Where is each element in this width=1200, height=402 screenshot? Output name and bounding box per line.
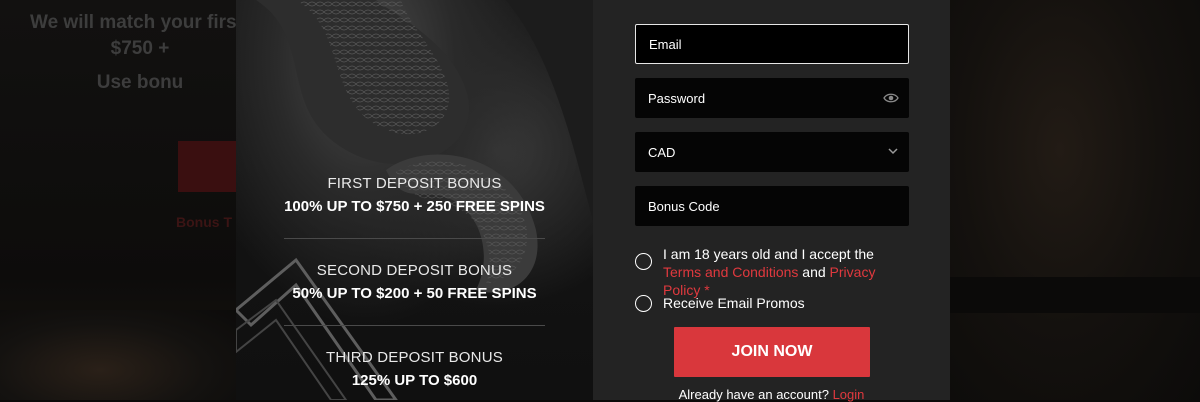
background-character-image-right	[950, 0, 1200, 400]
password-field[interactable]	[635, 78, 909, 118]
bonus-title: THIRD DEPOSIT BONUS	[326, 349, 503, 366]
first-deposit-bonus: FIRST DEPOSIT BONUS 100% UP TO $750 + 25…	[284, 175, 545, 215]
currency-value: CAD	[648, 144, 676, 160]
second-deposit-bonus: SECOND DEPOSIT BONUS 50% UP TO $200 + 50…	[284, 262, 545, 302]
background-terms-link: Bonus T	[176, 214, 232, 230]
third-deposit-bonus: THIRD DEPOSIT BONUS 125% UP TO $600	[284, 349, 545, 389]
bonus-amount: 125% UP TO $600	[351, 372, 478, 389]
terms-label: I am 18 years old and I accept the Terms…	[663, 245, 915, 299]
password-input[interactable]	[648, 90, 868, 106]
currency-select[interactable]: CAD	[635, 132, 909, 172]
terms-link[interactable]: Terms and Conditions	[663, 264, 798, 280]
promo-panel: FIRST DEPOSIT BONUS 100% UP TO $750 + 25…	[236, 0, 593, 400]
terms-checkbox[interactable]	[635, 253, 652, 270]
signup-modal: FIRST DEPOSIT BONUS 100% UP TO $750 + 25…	[236, 0, 950, 402]
bonus-code-input[interactable]	[648, 198, 868, 214]
bonus-amount: 100% UP TO $750 + 250 FREE SPINS	[284, 198, 545, 215]
terms-text: I am 18 years old and I accept the	[663, 246, 874, 262]
email-field[interactable]	[635, 24, 909, 64]
email-promos-row[interactable]: Receive Email Promos	[635, 294, 915, 312]
email-promos-label: Receive Email Promos	[663, 295, 805, 311]
bonus-title: SECOND DEPOSIT BONUS	[316, 262, 513, 279]
background-divider-band	[950, 277, 1200, 313]
bonus-code-field[interactable]	[635, 186, 909, 226]
chevron-down-icon	[887, 145, 899, 160]
background-character-image-left	[0, 310, 236, 400]
bonus-divider	[284, 325, 545, 326]
terms-and-text: and	[798, 264, 830, 280]
bonus-amount: 50% UP TO $200 + 50 FREE SPINS	[292, 285, 537, 302]
bonus-title: FIRST DEPOSIT BONUS	[327, 175, 502, 192]
signup-form: CAD I am 18 years old and I accept the T…	[593, 0, 950, 402]
join-now-button[interactable]: JOIN NOW	[674, 327, 870, 377]
email-input[interactable]	[649, 36, 869, 52]
eye-icon[interactable]	[883, 90, 899, 109]
bonus-divider	[284, 238, 545, 239]
email-promos-checkbox[interactable]	[635, 295, 652, 312]
terms-checkbox-row[interactable]: I am 18 years old and I accept the Terms…	[635, 245, 915, 299]
